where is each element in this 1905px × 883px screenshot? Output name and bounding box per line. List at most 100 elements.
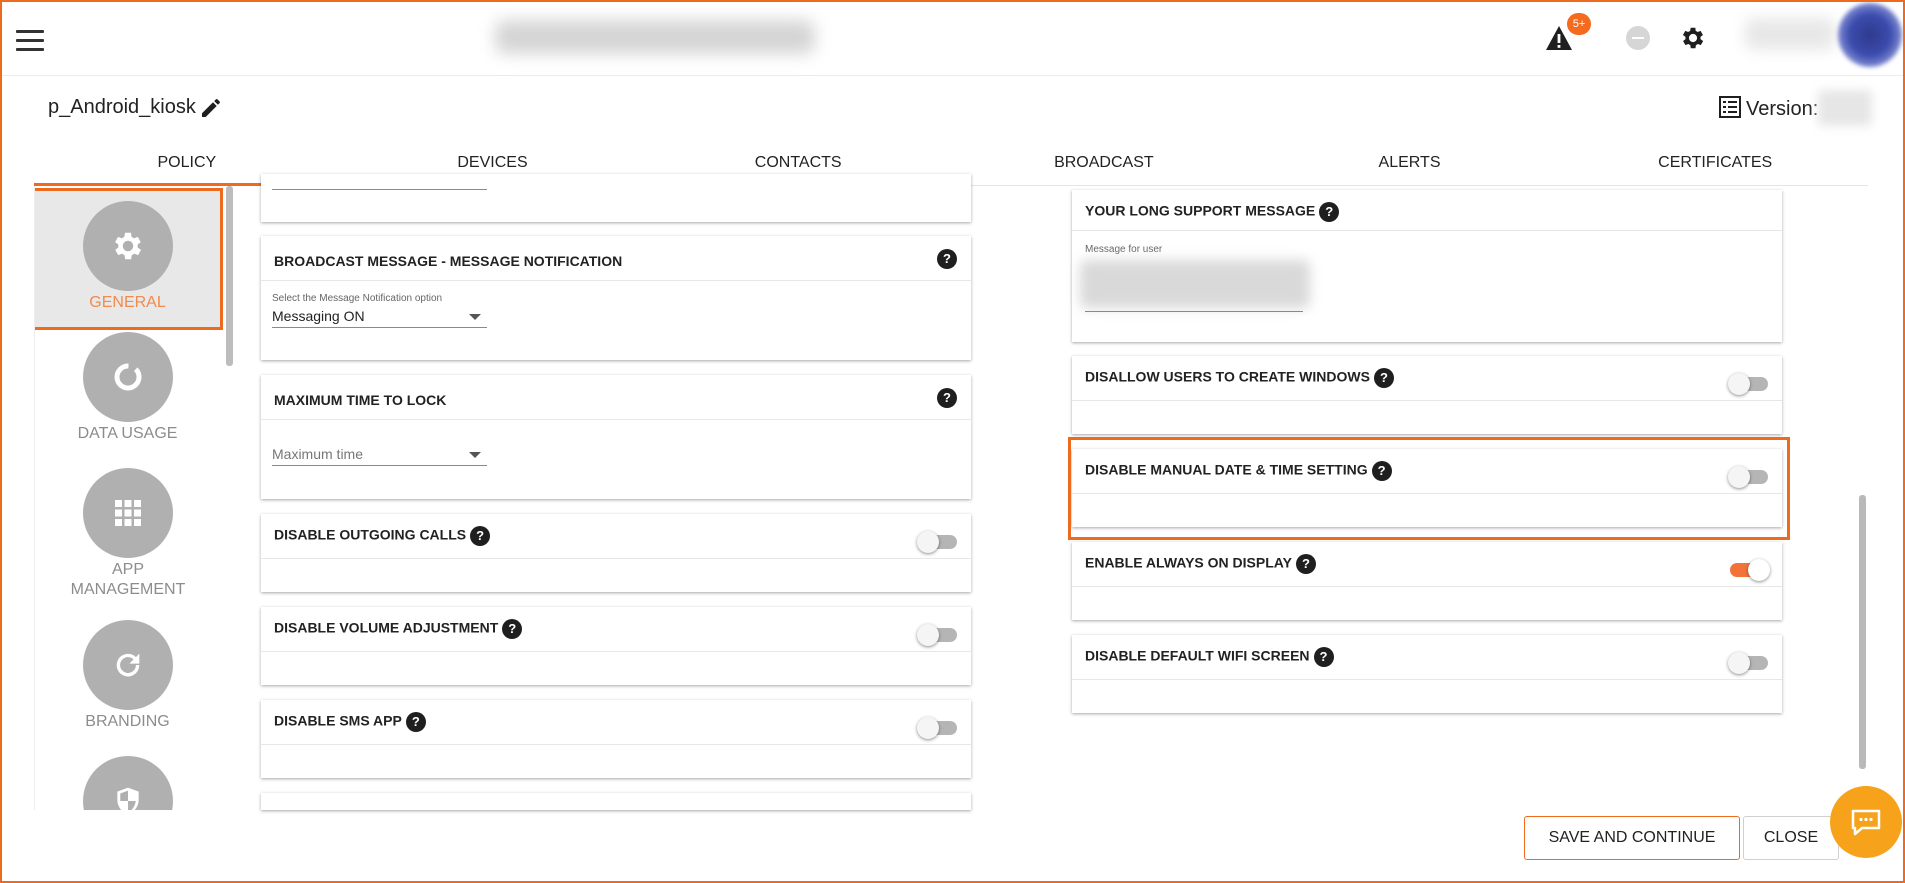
card-title-text: YOUR LONG SUPPORT MESSAGE bbox=[1085, 202, 1316, 219]
help-icon[interactable]: ? bbox=[1373, 368, 1394, 388]
shield-icon bbox=[82, 756, 173, 810]
sidebar-item-label: BRANDING bbox=[85, 713, 170, 730]
disable-outgoing-calls-toggle[interactable] bbox=[917, 530, 959, 553]
sidebar-item-general[interactable]: GENERAL bbox=[35, 188, 223, 330]
pencil-edit-icon[interactable] bbox=[199, 96, 225, 122]
card-title: DISALLOW USERS TO CREATE WINDOWS? bbox=[1085, 368, 1394, 388]
field-label: Message for user bbox=[1085, 244, 1163, 255]
broadcast-message-card: BROADCAST MESSAGE - MESSAGE NOTIFICATION… bbox=[261, 236, 971, 360]
card-header: DISABLE SMS APP? bbox=[261, 700, 971, 745]
card-title-text: DISABLE OUTGOING CALLS bbox=[274, 526, 467, 543]
help-icon[interactable]: ? bbox=[405, 712, 426, 732]
card-header: YOUR LONG SUPPORT MESSAGE? bbox=[1072, 190, 1782, 231]
version-label: Version: bbox=[1746, 97, 1819, 120]
redacted-username bbox=[1745, 18, 1835, 50]
card-title-text: DISABLE DEFAULT WIFI SCREEN bbox=[1085, 647, 1310, 664]
disable-default-wifi-screen-toggle[interactable] bbox=[1728, 651, 1770, 674]
sidebar-scrollbar[interactable] bbox=[226, 186, 233, 366]
card-header: DISABLE OUTGOING CALLS? bbox=[261, 514, 971, 559]
list-icon bbox=[1718, 95, 1742, 124]
help-icon[interactable]: ? bbox=[470, 526, 491, 546]
card-title: BROADCAST MESSAGE - MESSAGE NOTIFICATION bbox=[274, 253, 623, 269]
disable-outgoing-calls-card: DISABLE OUTGOING CALLS? bbox=[261, 514, 971, 592]
disable-volume-adjustment-card: DISABLE VOLUME ADJUSTMENT? bbox=[261, 607, 971, 685]
card-title: DISABLE DEFAULT WIFI SCREEN? bbox=[1085, 647, 1334, 667]
card-title: MAXIMUM TIME TO LOCK bbox=[274, 392, 447, 408]
message-input-underline[interactable] bbox=[1085, 311, 1303, 312]
settings-gear-icon[interactable] bbox=[1679, 24, 1709, 54]
version-info: Version: bbox=[1718, 95, 1818, 123]
previous-field-underline bbox=[272, 189, 487, 190]
gear-icon bbox=[82, 201, 173, 291]
help-icon[interactable]: ? bbox=[1295, 554, 1316, 574]
help-icon[interactable]: ? bbox=[1319, 202, 1340, 222]
card-title: YOUR LONG SUPPORT MESSAGE? bbox=[1085, 202, 1340, 222]
help-icon[interactable]: ? bbox=[502, 619, 523, 639]
settings-sidebar: GENERAL DATA USAGE APP MANAGEMENT BRANDI… bbox=[34, 186, 226, 810]
sidebar-item-label: APP MANAGEMENT bbox=[70, 561, 186, 598]
card-title-text: ENABLE ALWAYS ON DISPLAY bbox=[1085, 554, 1292, 571]
sidebar-item-branding[interactable]: BRANDING bbox=[35, 620, 220, 732]
select-placeholder: Maximum time bbox=[272, 446, 364, 462]
select-value: Messaging ON bbox=[272, 308, 365, 324]
disable-sms-app-toggle[interactable] bbox=[917, 716, 959, 739]
chevron-down-icon bbox=[469, 452, 481, 458]
top-bar bbox=[2, 2, 1903, 76]
disable-sms-app-card: DISABLE SMS APP? bbox=[261, 700, 971, 778]
disable-default-wifi-screen-card: DISABLE DEFAULT WIFI SCREEN? bbox=[1072, 635, 1782, 713]
disallow-create-windows-card: DISALLOW USERS TO CREATE WINDOWS? bbox=[1072, 356, 1782, 434]
message-notification-select[interactable]: Messaging ON bbox=[272, 306, 487, 328]
card-title: DISABLE SMS APP? bbox=[274, 712, 426, 732]
next-card-partial bbox=[261, 793, 971, 810]
sidebar-item-data-usage[interactable]: DATA USAGE bbox=[35, 332, 220, 444]
refresh-icon bbox=[82, 620, 173, 710]
card-title-text: DISALLOW USERS TO CREATE WINDOWS bbox=[1085, 368, 1370, 385]
highlight-box bbox=[1068, 437, 1790, 540]
enable-always-on-display-toggle[interactable] bbox=[1728, 558, 1770, 581]
max-time-select[interactable]: Maximum time bbox=[272, 444, 487, 466]
sidebar-item-label: DATA USAGE bbox=[77, 425, 178, 442]
redacted-title bbox=[495, 20, 815, 54]
card-header: DISALLOW USERS TO CREATE WINDOWS? bbox=[1072, 356, 1782, 401]
policy-name: p_Android_kiosk bbox=[48, 96, 196, 118]
enable-always-on-display-card: ENABLE ALWAYS ON DISPLAY? bbox=[1072, 542, 1782, 620]
disable-volume-adjustment-toggle[interactable] bbox=[917, 623, 959, 646]
help-icon[interactable]: ? bbox=[937, 249, 957, 269]
save-and-continue-button[interactable]: SAVE AND CONTINUE bbox=[1524, 816, 1740, 860]
alert-count-badge: 5+ bbox=[1567, 13, 1591, 35]
card-title: ENABLE ALWAYS ON DISPLAY? bbox=[1085, 554, 1316, 574]
content-scrollbar[interactable] bbox=[1859, 495, 1866, 769]
disallow-create-windows-toggle[interactable] bbox=[1728, 372, 1770, 395]
tab-broadcast[interactable]: BROADCAST bbox=[951, 148, 1257, 185]
grid-icon bbox=[82, 468, 173, 558]
card-title: DISABLE VOLUME ADJUSTMENT? bbox=[274, 619, 523, 639]
field-label: Select the Message Notification option bbox=[272, 293, 443, 304]
close-button[interactable]: CLOSE bbox=[1743, 816, 1839, 860]
card-header: ENABLE ALWAYS ON DISPLAY? bbox=[1072, 542, 1782, 587]
long-support-message-card: YOUR LONG SUPPORT MESSAGE? Message for u… bbox=[1072, 190, 1782, 342]
tab-alerts[interactable]: ALERTS bbox=[1257, 148, 1563, 185]
avatar[interactable] bbox=[1838, 3, 1902, 67]
card-title: DISABLE OUTGOING CALLS? bbox=[274, 526, 491, 546]
card-header: DISABLE DEFAULT WIFI SCREEN? bbox=[1072, 635, 1782, 680]
max-time-to-lock-card: MAXIMUM TIME TO LOCK ? Maximum time bbox=[261, 375, 971, 499]
status-indicator-icon[interactable] bbox=[1626, 26, 1650, 50]
redacted-support-message bbox=[1080, 260, 1310, 308]
previous-card-partial bbox=[261, 174, 971, 222]
sidebar-item-label: GENERAL bbox=[89, 294, 166, 311]
redacted-version bbox=[1818, 90, 1872, 126]
tab-certificates[interactable]: CERTIFICATES bbox=[1562, 148, 1868, 185]
help-icon[interactable]: ? bbox=[937, 388, 957, 408]
hamburger-menu-icon[interactable] bbox=[16, 30, 44, 52]
card-header: BROADCAST MESSAGE - MESSAGE NOTIFICATION… bbox=[261, 236, 971, 281]
card-title-text: DISABLE VOLUME ADJUSTMENT bbox=[274, 619, 499, 636]
card-header: MAXIMUM TIME TO LOCK ? bbox=[261, 375, 971, 420]
sidebar-item-app-management[interactable]: APP MANAGEMENT bbox=[35, 468, 220, 600]
donut-icon bbox=[82, 332, 173, 422]
chat-bubble-icon[interactable] bbox=[1830, 786, 1902, 858]
chevron-down-icon bbox=[469, 314, 481, 320]
sidebar-item-security[interactable] bbox=[35, 756, 220, 810]
card-header: DISABLE VOLUME ADJUSTMENT? bbox=[261, 607, 971, 652]
help-icon[interactable]: ? bbox=[1313, 647, 1334, 667]
card-title-text: DISABLE SMS APP bbox=[274, 712, 402, 729]
